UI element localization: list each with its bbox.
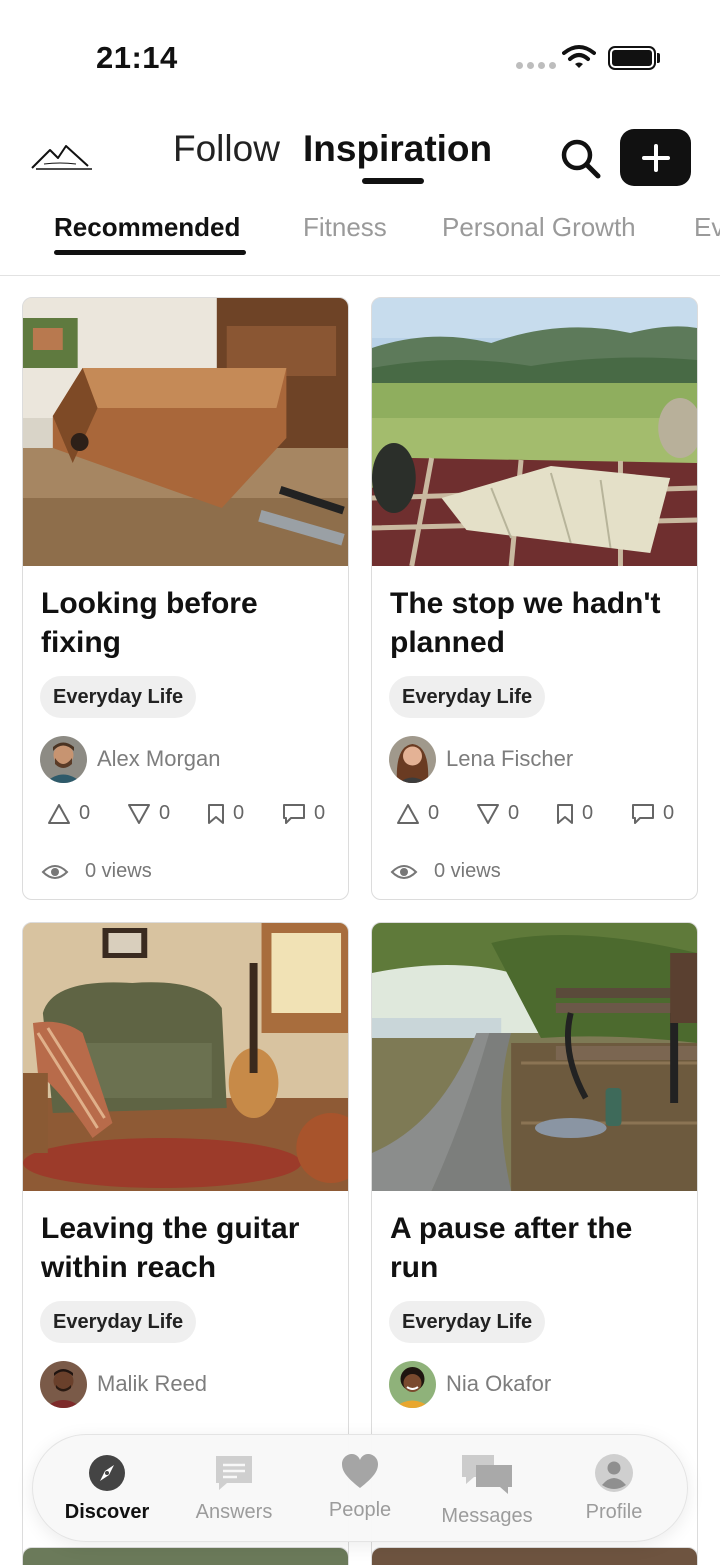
author-name: Lena Fischer	[446, 746, 574, 771]
upvote-icon	[48, 803, 70, 824]
post-image	[23, 298, 348, 566]
upvote-button[interactable]: 0	[47, 802, 90, 825]
post-title: The stop we hadn't planned	[390, 587, 661, 659]
active-tab-indicator	[362, 178, 424, 184]
bottom-navigation: Discover Answers People Messages Profile	[32, 1434, 688, 1542]
upvote-icon	[397, 803, 419, 824]
comment-count: 0	[314, 802, 326, 824]
post-card-peek[interactable]	[22, 1547, 349, 1565]
comment-button[interactable]: 0	[631, 802, 674, 825]
post-card[interactable]: The stop we hadn't planned Everyday Life…	[371, 297, 698, 900]
author-name: Nia Okafor	[446, 1371, 552, 1396]
status-time: 21:14	[96, 40, 178, 75]
downvote-icon	[128, 803, 150, 824]
wifi-icon	[562, 45, 596, 68]
nav-people[interactable]: People	[300, 1453, 420, 1522]
post-tag[interactable]: Everyday Life	[389, 676, 546, 718]
chat-lines-icon	[216, 1456, 252, 1490]
avatar	[389, 735, 436, 783]
plus-icon	[641, 143, 670, 172]
nav-discover[interactable]: Discover	[47, 1453, 167, 1524]
comment-icon	[632, 803, 654, 824]
heart-icon	[342, 1454, 378, 1488]
upvote-button[interactable]: 0	[396, 802, 439, 825]
post-card[interactable]: Looking before fixing Everyday Life Alex…	[22, 297, 349, 900]
nav-messages-label: Messages	[441, 1505, 533, 1527]
downvote-button[interactable]: 0	[127, 802, 170, 825]
downvote-count: 0	[159, 802, 171, 824]
views-count: 0 views	[434, 860, 501, 882]
category-tab-recommended[interactable]: Recommended	[54, 212, 240, 243]
upvote-count: 0	[79, 802, 91, 824]
nav-answers-label: Answers	[195, 1501, 273, 1523]
comment-button[interactable]: 0	[282, 802, 325, 825]
status-bar: 21:14	[0, 0, 720, 110]
downvote-count: 0	[508, 802, 520, 824]
nav-profile-label: Profile	[585, 1501, 643, 1523]
signal-icon	[516, 62, 556, 69]
post-views: 0 views	[41, 860, 152, 883]
post-tag[interactable]: Everyday Life	[40, 1301, 197, 1343]
bookmark-icon	[557, 803, 573, 824]
category-tab-more[interactable]: Ev	[694, 212, 720, 243]
post-author[interactable]: Nia Okafor	[389, 1360, 551, 1408]
post-image	[372, 298, 697, 566]
post-stats: 0 0 0 0	[396, 802, 686, 832]
post-card-peek[interactable]	[371, 1547, 698, 1565]
nav-profile[interactable]: Profile	[554, 1453, 674, 1524]
save-button[interactable]: 0	[207, 802, 244, 825]
post-tag[interactable]: Everyday Life	[389, 1301, 546, 1343]
upvote-count: 0	[428, 802, 440, 824]
avatar	[40, 735, 87, 783]
save-count: 0	[582, 802, 594, 824]
views-count: 0 views	[85, 860, 152, 882]
author-name: Alex Morgan	[97, 746, 221, 771]
search-icon	[561, 139, 601, 179]
category-active-indicator	[54, 250, 246, 255]
mountain-logo-icon	[31, 145, 92, 170]
post-stats: 0 0 0 0	[47, 802, 337, 832]
create-post-button[interactable]	[620, 129, 691, 186]
compass-icon	[89, 1455, 125, 1491]
category-tab-personal-growth[interactable]: Personal Growth	[442, 212, 636, 243]
nav-messages[interactable]: Messages	[427, 1453, 547, 1528]
post-image	[372, 923, 697, 1191]
post-tag[interactable]: Everyday Life	[40, 676, 197, 718]
post-image	[23, 923, 348, 1191]
nav-people-label: People	[328, 1499, 392, 1521]
bookmark-icon	[208, 803, 224, 824]
category-tab-fitness[interactable]: Fitness	[303, 212, 387, 243]
comment-count: 0	[663, 802, 675, 824]
messages-icon	[462, 1455, 512, 1494]
avatar	[389, 1360, 436, 1408]
nav-discover-label: Discover	[64, 1501, 150, 1523]
eye-icon	[390, 864, 418, 879]
downvote-button[interactable]: 0	[476, 802, 519, 825]
post-title: Leaving the guitar within reach	[41, 1212, 300, 1284]
category-tabs: Recommended Fitness Personal Growth Ev	[0, 210, 720, 276]
post-author[interactable]: Malik Reed	[40, 1360, 207, 1408]
battery-icon	[608, 46, 656, 70]
avatar	[40, 1360, 87, 1408]
save-count: 0	[233, 802, 245, 824]
post-author[interactable]: Alex Morgan	[40, 735, 221, 783]
author-name: Malik Reed	[97, 1371, 208, 1396]
tab-follow[interactable]: Follow	[173, 128, 280, 170]
post-title: A pause after the run	[390, 1212, 633, 1284]
tab-inspiration[interactable]: Inspiration	[303, 128, 492, 170]
save-button[interactable]: 0	[556, 802, 593, 825]
eye-icon	[41, 864, 69, 879]
person-icon	[595, 1454, 633, 1492]
search-button[interactable]	[558, 136, 604, 182]
nav-answers[interactable]: Answers	[174, 1453, 294, 1524]
comment-icon	[283, 803, 305, 824]
downvote-icon	[477, 803, 499, 824]
post-title: Looking before fixing	[41, 587, 258, 659]
post-views: 0 views	[390, 860, 501, 883]
post-author[interactable]: Lena Fischer	[389, 735, 573, 783]
